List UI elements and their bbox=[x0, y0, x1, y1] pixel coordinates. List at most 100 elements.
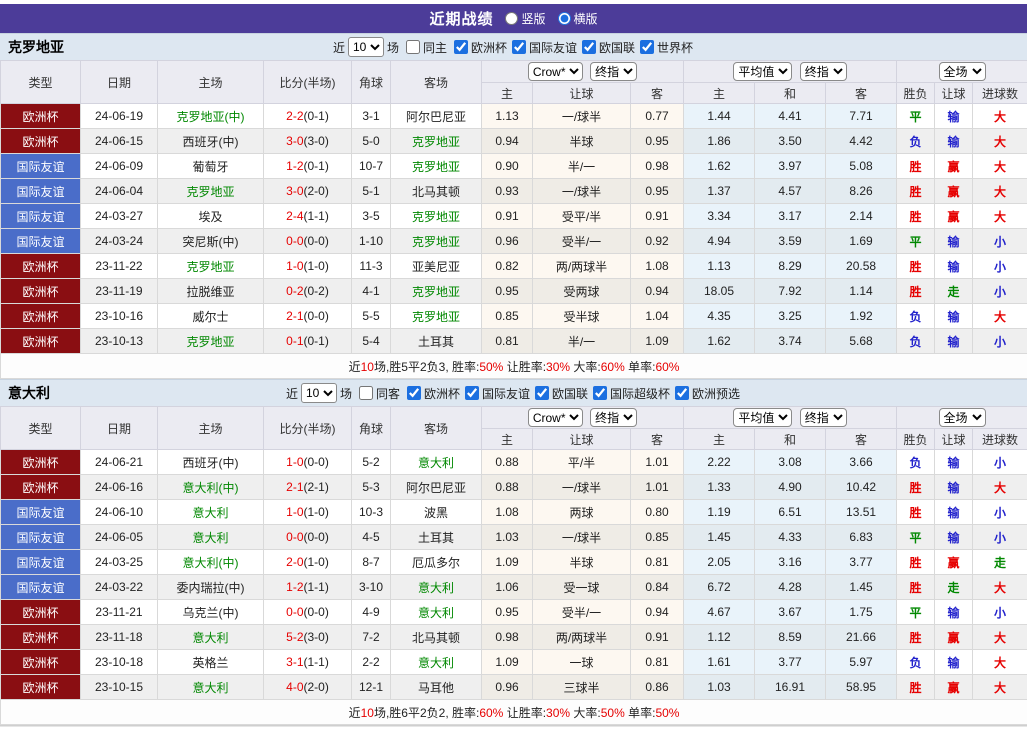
halftime-score: (0-0) bbox=[303, 605, 329, 619]
odds-company-select[interactable]: Crow* bbox=[527, 408, 583, 427]
league-checkbox[interactable]: 欧国联 bbox=[531, 385, 588, 402]
corner-score: 10-7 bbox=[351, 153, 391, 179]
result-goals: 大 bbox=[972, 574, 1027, 600]
corner-score: 5-1 bbox=[351, 178, 391, 204]
avg-home-odds: 4.67 bbox=[683, 599, 756, 625]
corner-score: 2-2 bbox=[351, 649, 391, 675]
halftime-score: (1-0) bbox=[303, 259, 329, 273]
match-date: 24-06-21 bbox=[80, 449, 158, 475]
score: 0-1(0-1) bbox=[263, 328, 352, 354]
league-checkbox[interactable]: 欧洲预选 bbox=[671, 385, 740, 402]
league-label: 国际友谊 bbox=[482, 386, 531, 401]
crow-away-odds: 0.86 bbox=[629, 674, 685, 700]
result-winloss: 胜 bbox=[896, 203, 936, 229]
league-checkbox[interactable]: 欧洲杯 bbox=[450, 39, 507, 56]
league-checkbox-input[interactable] bbox=[512, 40, 526, 54]
layout-vertical-radio-input[interactable] bbox=[505, 12, 519, 25]
crow-home-odds: 0.82 bbox=[481, 253, 533, 279]
league-checkbox[interactable]: 国际友谊 bbox=[508, 39, 577, 56]
result-winloss: 胜 bbox=[896, 674, 936, 700]
avg-draw-odds: 7.92 bbox=[754, 278, 827, 304]
match-row: 国际友谊 24-06-04 克罗地亚 3-0(2-0) 5-1 北马其顿 0.93 一/球半 0… bbox=[0, 178, 1027, 204]
summary-segment: 让胜率: bbox=[503, 705, 547, 720]
layout-horizontal-radio[interactable]: 横版 bbox=[557, 10, 598, 27]
league-checkbox-input[interactable] bbox=[535, 386, 550, 400]
same-venue-checkbox[interactable]: 同客 bbox=[355, 385, 400, 402]
result-handicap: 赢 bbox=[934, 549, 974, 575]
corner-score: 4-1 bbox=[351, 278, 391, 304]
avg-draw-odds: 3.17 bbox=[754, 203, 827, 229]
away-team: 厄瓜多尔 bbox=[390, 549, 482, 575]
summary-text: 近10场,胜5平2负3, 胜率:50% 让胜率:30% 大率:60% 单率:60… bbox=[349, 360, 680, 374]
halftime-score: (2-0) bbox=[303, 680, 329, 694]
avg-away-odds: 6.83 bbox=[825, 524, 898, 550]
result-handicap: 赢 bbox=[934, 203, 974, 229]
league-checkbox[interactable]: 世界杯 bbox=[636, 39, 693, 56]
result-goals: 大 bbox=[972, 303, 1027, 329]
result-handicap: 输 bbox=[934, 599, 974, 625]
crow-final-index-select[interactable]: 终指 bbox=[590, 62, 638, 81]
home-team: 突尼斯(中) bbox=[157, 228, 264, 254]
league-checkbox-input[interactable] bbox=[582, 40, 597, 54]
halftime-score: (0-1) bbox=[303, 109, 329, 123]
avg-home-odds: 1.19 bbox=[683, 499, 756, 525]
match-count-select[interactable]: 10 bbox=[347, 37, 384, 57]
avg-final-index-select[interactable]: 终指 bbox=[799, 408, 847, 427]
result-winloss: 胜 bbox=[896, 253, 936, 279]
summary-segment: 50% bbox=[479, 359, 504, 374]
league-checkbox[interactable]: 欧洲杯 bbox=[403, 385, 460, 402]
result-handicap: 走 bbox=[934, 278, 974, 304]
match-type: 国际友谊 bbox=[0, 524, 81, 550]
fulltime-score: 0-0 bbox=[286, 530, 304, 544]
match-type: 欧洲杯 bbox=[0, 303, 81, 329]
match-row: 欧洲杯 23-11-21 乌克兰(中) 0-0(0-0) 4-9 意大利 0.95 受半/一 0… bbox=[0, 599, 1027, 625]
match-type: 国际友谊 bbox=[0, 203, 81, 229]
crow-away-odds: 0.77 bbox=[629, 103, 685, 129]
league-checkbox-input[interactable] bbox=[406, 386, 421, 400]
summary-row: 近10场,胜6平2负2, 胜率:60% 让胜率:30% 大率:50% 单率:50… bbox=[0, 699, 1027, 725]
sub-avg-draw: 和 bbox=[754, 428, 827, 450]
match-date: 24-06-19 bbox=[80, 103, 158, 129]
crow-home-odds: 0.91 bbox=[481, 203, 533, 229]
same-venue-checkbox[interactable]: 同主 bbox=[402, 39, 447, 56]
layout-horizontal-radio-input[interactable] bbox=[557, 12, 571, 25]
fullmatch-select[interactable]: 全场 bbox=[938, 408, 986, 427]
halftime-score: (0-0) bbox=[303, 309, 329, 323]
league-checkbox-input[interactable] bbox=[675, 386, 690, 400]
match-type: 欧洲杯 bbox=[0, 278, 81, 304]
halftime-score: (0-0) bbox=[303, 530, 329, 544]
avg-away-odds: 8.26 bbox=[825, 178, 898, 204]
layout-horizontal-label: 横版 bbox=[573, 12, 598, 26]
odds-company-select[interactable]: Crow* bbox=[527, 62, 583, 81]
crow-final-index-select[interactable]: 终指 bbox=[590, 408, 638, 427]
avg-draw-odds: 3.77 bbox=[754, 649, 827, 675]
fulltime-score: 2-1 bbox=[286, 309, 304, 323]
crow-away-odds: 1.01 bbox=[629, 449, 685, 475]
avg-final-index-select[interactable]: 终指 bbox=[799, 62, 847, 81]
home-team: 意大利 bbox=[157, 674, 264, 700]
league-checkbox-input[interactable] bbox=[593, 386, 608, 400]
crow-handicap: 受两球 bbox=[532, 278, 631, 304]
avg-home-odds: 1.86 bbox=[683, 128, 756, 154]
avg-value-select[interactable]: 平均值 bbox=[733, 408, 793, 427]
same-venue-input[interactable] bbox=[405, 40, 420, 54]
league-checkbox-input[interactable] bbox=[453, 40, 468, 54]
same-venue-input[interactable] bbox=[358, 386, 373, 400]
corner-score: 4-9 bbox=[351, 599, 391, 625]
away-team: 阿尔巴尼亚 bbox=[390, 474, 482, 500]
halftime-score: (0-1) bbox=[303, 334, 329, 348]
league-checkbox[interactable]: 国际友谊 bbox=[461, 385, 530, 402]
fullmatch-select[interactable]: 全场 bbox=[938, 62, 986, 81]
avg-away-odds: 4.42 bbox=[825, 128, 898, 154]
league-checkbox[interactable]: 国际超级杯 bbox=[589, 385, 670, 402]
match-count-select[interactable]: 10 bbox=[300, 383, 337, 403]
away-team: 北马其顿 bbox=[390, 178, 482, 204]
layout-vertical-radio[interactable]: 竖版 bbox=[505, 10, 546, 27]
league-checkbox[interactable]: 欧国联 bbox=[578, 39, 635, 56]
summary-text: 近10场,胜6平2负2, 胜率:60% 让胜率:30% 大率:50% 单率:50… bbox=[349, 706, 680, 720]
avg-value-select[interactable]: 平均值 bbox=[733, 62, 793, 81]
league-checkbox-input[interactable] bbox=[465, 386, 479, 400]
result-goals: 走 bbox=[972, 549, 1027, 575]
crow-handicap: 一/球半 bbox=[532, 474, 631, 500]
league-checkbox-input[interactable] bbox=[640, 40, 655, 54]
